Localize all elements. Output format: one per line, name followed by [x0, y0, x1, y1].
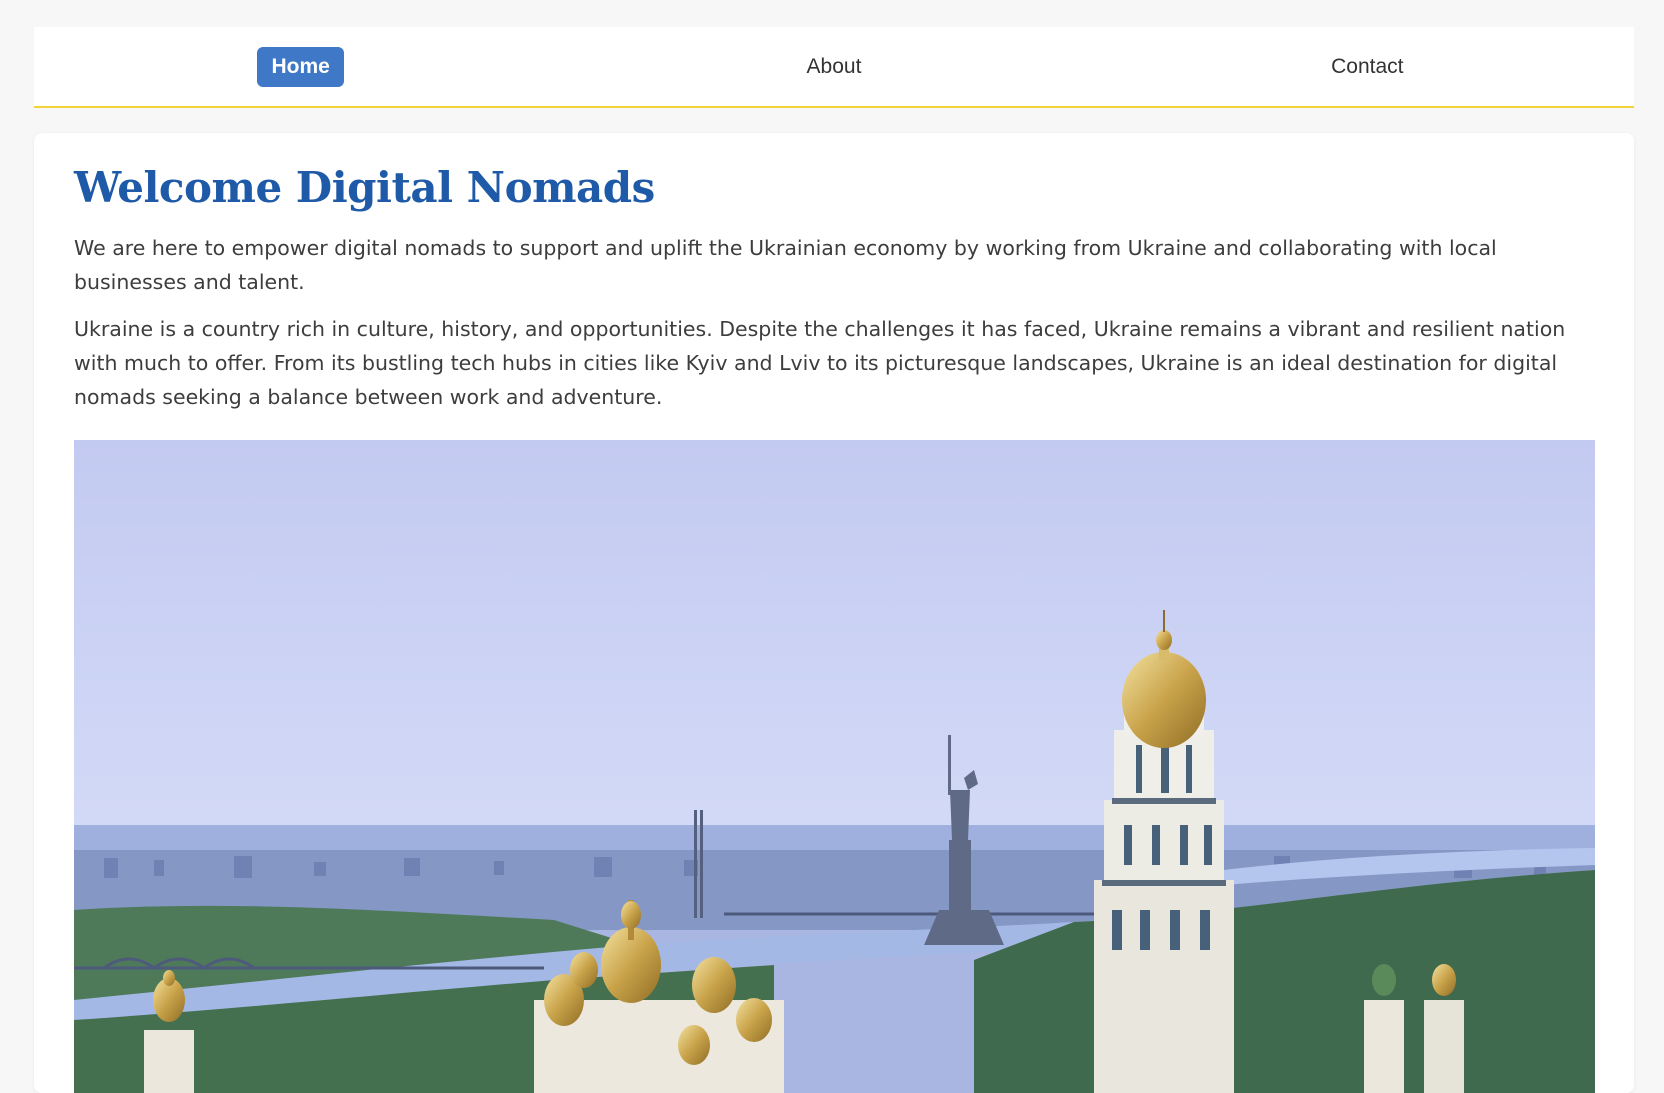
- page-title: Welcome Digital Nomads: [74, 163, 655, 212]
- intro-paragraph: We are here to empower digital nomads to…: [74, 236, 1497, 294]
- bridge-pylon-right: [700, 810, 703, 918]
- hero-image-kyiv: [74, 440, 1595, 1093]
- nav-link-contact[interactable]: Contact: [1317, 47, 1417, 87]
- kyiv-panorama-illustration: [74, 440, 1595, 1093]
- bridge-pylon-left: [694, 810, 697, 918]
- top-navbar: Home About Contact: [34, 27, 1634, 108]
- nav-link-home[interactable]: Home: [257, 46, 344, 87]
- main-content-card: Welcome Digital Nomads We are here to em…: [34, 133, 1634, 1093]
- description-paragraph: Ukraine is a country rich in culture, hi…: [74, 317, 1566, 409]
- nav-slot-about: About: [567, 47, 1100, 87]
- sky: [74, 440, 1595, 840]
- nav-slot-home: Home: [34, 46, 567, 87]
- nav-link-about[interactable]: About: [793, 47, 876, 87]
- nav-slot-contact: Contact: [1101, 47, 1634, 87]
